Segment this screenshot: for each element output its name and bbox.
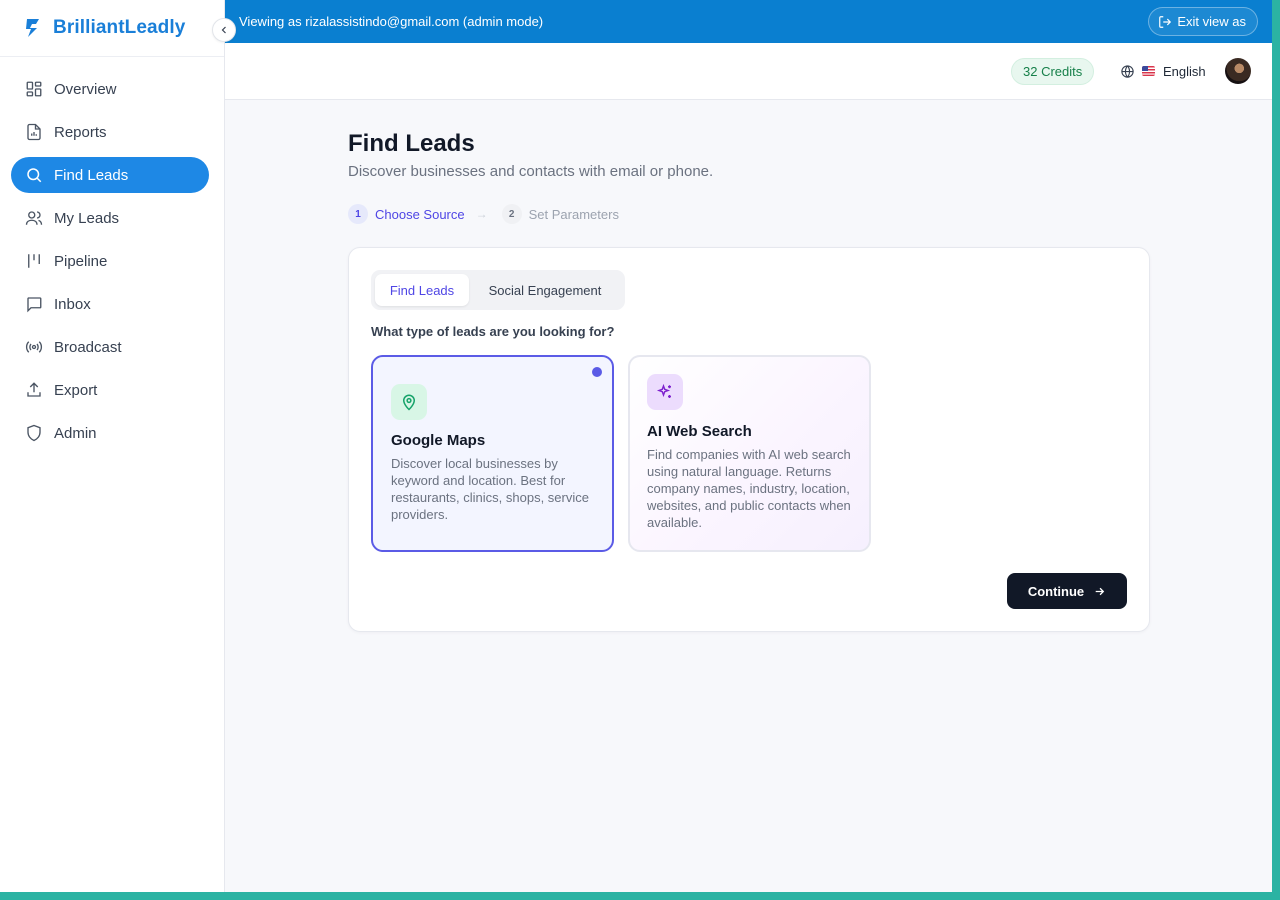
message-icon: [27, 297, 42, 313]
brand-logo-icon: [24, 18, 42, 38]
credits-label: 32 Credits: [1023, 64, 1083, 79]
search-icon: [27, 168, 42, 183]
report-icon: [27, 123, 41, 141]
sidebar-item-label: Inbox: [54, 295, 91, 313]
stepper: 1 Choose Source → 2 Set Parameters: [348, 204, 619, 224]
lead-type-question: What type of leads are you looking for?: [371, 324, 615, 339]
sidebar-item-reports[interactable]: Reports: [11, 114, 209, 150]
page-subtitle: Discover businesses and contacts with em…: [348, 163, 714, 180]
step-arrow-icon: →: [475, 207, 488, 221]
option-description: Find companies with AI web search using …: [647, 447, 851, 530]
sidebar-collapse-button[interactable]: [212, 18, 236, 42]
sidebar-item-label: Broadcast: [54, 338, 122, 356]
impersonation-banner: Viewing as rizalassistindo@gmail.com (ad…: [225, 0, 1272, 43]
language-selector[interactable]: English: [1120, 61, 1206, 81]
tab-find-leads[interactable]: Find Leads: [375, 274, 469, 306]
option-google-maps[interactable]: Google Maps Discover local businesses by…: [371, 355, 614, 552]
source-tabs: Find Leads Social Engagement: [371, 270, 625, 310]
page-title: Find Leads: [348, 130, 475, 157]
sidebar-item-export[interactable]: Export: [11, 372, 209, 408]
shield-icon: [27, 424, 41, 442]
step-set-parameters[interactable]: Set Parameters: [529, 207, 619, 222]
sidebar-item-label: Pipeline: [54, 252, 108, 270]
option-description: Discover local businesses by keyword and…: [391, 456, 589, 522]
option-ai-web-search[interactable]: AI Web Search Find companies with AI web…: [628, 355, 871, 552]
app-window: BrilliantLeadly Overview Reports Find Le…: [0, 0, 1272, 892]
sidebar-item-overview[interactable]: Overview: [11, 71, 209, 107]
upload-icon: [27, 382, 41, 397]
source-card: Find Leads Social Engagement What type o…: [348, 247, 1150, 632]
exit-view-as-button[interactable]: Exit view as: [1148, 7, 1258, 36]
sidebar-item-label: Export: [54, 381, 98, 399]
continue-label: Continue: [1027, 583, 1085, 599]
sidebar-item-label: Reports: [54, 123, 107, 141]
sparkles-icon: [647, 374, 683, 410]
users-icon: [25, 211, 43, 225]
step-number: 1: [348, 204, 368, 224]
arrow-right-icon: [1095, 587, 1105, 595]
brand[interactable]: BrilliantLeadly: [0, 0, 224, 57]
credits-badge[interactable]: 32 Credits: [1011, 58, 1095, 85]
chevron-left-icon: [221, 26, 226, 34]
sidebar-item-my-leads[interactable]: My Leads: [11, 200, 209, 236]
sidebar-item-label: Find Leads: [54, 166, 129, 184]
option-title: AI Web Search: [647, 423, 752, 440]
exit-view-as-label: Exit view as: [1177, 14, 1246, 29]
grid-icon: [26, 81, 42, 97]
sidebar-item-label: Admin: [54, 424, 97, 442]
user-avatar[interactable]: [1225, 58, 1251, 84]
selected-indicator: [592, 367, 602, 377]
globe-icon: [1121, 64, 1134, 78]
logout-icon: [1159, 15, 1172, 28]
sidebar-nav: Overview Reports Find Leads My Leads Pip…: [0, 57, 224, 451]
sidebar: BrilliantLeadly Overview Reports Find Le…: [0, 0, 225, 892]
banner-text: Viewing as rizalassistindo@gmail.com (ad…: [239, 14, 544, 29]
option-title: Google Maps: [391, 432, 486, 449]
continue-button[interactable]: Continue: [1007, 573, 1127, 609]
tab-social-engagement[interactable]: Social Engagement: [469, 274, 621, 306]
sidebar-item-label: Overview: [54, 80, 117, 98]
sidebar-item-admin[interactable]: Admin: [11, 415, 209, 451]
map-pin-icon: [391, 384, 427, 420]
pipeline-icon: [28, 254, 40, 268]
sidebar-item-pipeline[interactable]: Pipeline: [11, 243, 209, 279]
top-header: 32 Credits English: [225, 43, 1272, 100]
language-label: English: [1163, 63, 1206, 79]
broadcast-icon: [25, 341, 43, 353]
step-number: 2: [501, 204, 522, 224]
sidebar-item-find-leads[interactable]: Find Leads: [11, 157, 209, 193]
us-flag-icon: [1142, 66, 1155, 76]
sidebar-item-inbox[interactable]: Inbox: [11, 286, 209, 322]
sidebar-item-broadcast[interactable]: Broadcast: [11, 329, 209, 365]
sidebar-item-label: My Leads: [54, 209, 120, 227]
brand-name: BrilliantLeadly: [53, 17, 186, 38]
step-choose-source[interactable]: Choose Source: [375, 207, 465, 222]
